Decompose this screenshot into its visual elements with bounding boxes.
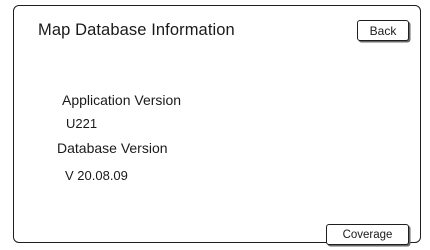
back-button[interactable]: Back <box>357 20 409 41</box>
coverage-button[interactable]: Coverage <box>326 224 409 245</box>
database-version-label: Database Version <box>57 140 168 156</box>
database-version-value: V 20.08.09 <box>65 168 128 183</box>
page-title: Map Database Information <box>38 21 235 39</box>
application-version-value: U221 <box>66 116 98 131</box>
application-version-label: Application Version <box>62 92 182 108</box>
